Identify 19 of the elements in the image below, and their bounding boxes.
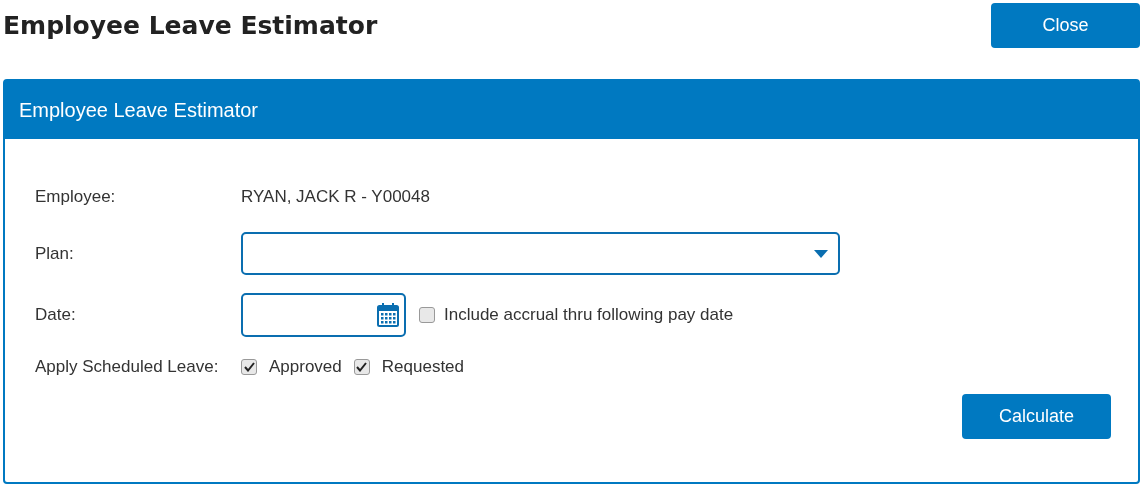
field-label: Date: [35,305,77,325]
plan-select[interactable] [241,232,840,275]
checkbox-label: Approved [269,357,342,377]
checkbox-label: Include accrual thru following pay date [444,305,734,325]
checkbox[interactable] [419,307,435,323]
calendar-icon [377,303,399,327]
field-label: Apply Scheduled Leave: [35,357,220,377]
checkbox[interactable] [241,359,257,375]
page-title: Employee Leave Estimator [3,11,378,40]
employee-value: RYAN, JACK R - Y00048 [241,186,431,207]
close-button[interactable]: Close [991,3,1140,48]
caret-icon [814,249,828,258]
field-label: Employee: [35,186,117,207]
calculate-button[interactable]: Calculate [962,394,1111,439]
checkbox[interactable] [353,359,370,375]
panel-header: Employee Leave Estimator [5,81,1138,139]
date-field[interactable] [241,293,406,337]
field-label: Plan: [35,243,75,264]
checkbox-label: Requested [381,357,464,377]
